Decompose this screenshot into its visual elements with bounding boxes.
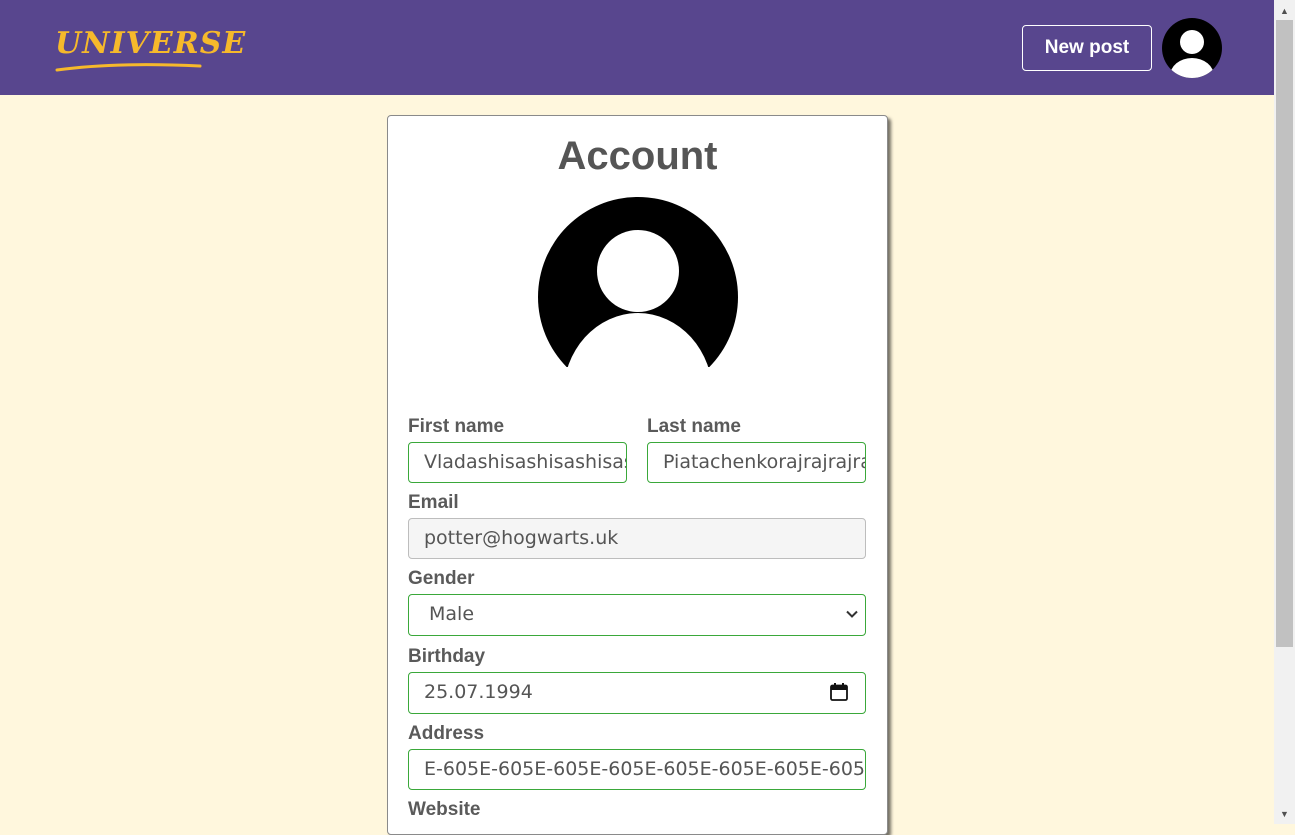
- birthday-input[interactable]: 25.07.1994: [408, 672, 866, 714]
- scroll-down-arrow-icon[interactable]: ▼: [1274, 805, 1295, 822]
- gender-select[interactable]: Male: [408, 594, 866, 636]
- birthday-value: 25.07.1994: [424, 681, 533, 703]
- first-name-label: First name: [408, 416, 505, 437]
- last-name-label: Last name: [647, 416, 741, 437]
- email-label: Email: [408, 492, 459, 513]
- first-name-input[interactable]: Vladashisashisashisashi: [408, 442, 627, 483]
- profile-avatar-button[interactable]: [1162, 18, 1222, 78]
- top-header: UNIVERSE New post: [0, 0, 1274, 95]
- user-avatar-icon: [537, 197, 739, 398]
- address-label: Address: [408, 723, 485, 744]
- page-title: Account: [557, 134, 718, 178]
- birthday-label: Birthday: [408, 646, 486, 667]
- website-label: Website: [408, 799, 481, 820]
- email-input[interactable]: potter@hogwarts.uk: [408, 518, 866, 559]
- scroll-up-arrow-icon[interactable]: ▲: [1274, 2, 1295, 19]
- gender-label: Gender: [408, 568, 475, 589]
- scrollbar-thumb[interactable]: [1276, 20, 1293, 647]
- address-input[interactable]: E-605E-605E-605E-605E-605E-605E-605E-605…: [408, 749, 866, 790]
- account-avatar[interactable]: [537, 196, 739, 398]
- account-card: Account First name Last name Vladashisas…: [387, 115, 888, 835]
- universe-logo[interactable]: UNIVERSE: [55, 22, 245, 76]
- chevron-down-icon: [846, 610, 858, 618]
- new-post-button[interactable]: New post: [1022, 25, 1152, 71]
- last-name-input[interactable]: Piatachenkorajrajrajraj: [647, 442, 866, 483]
- page-scrollbar[interactable]: ▲ ▼: [1274, 0, 1295, 824]
- gender-selected-value: Male: [429, 603, 475, 625]
- calendar-icon[interactable]: [829, 682, 849, 702]
- user-avatar-icon: [1162, 18, 1222, 78]
- logo-swoosh: [55, 63, 202, 72]
